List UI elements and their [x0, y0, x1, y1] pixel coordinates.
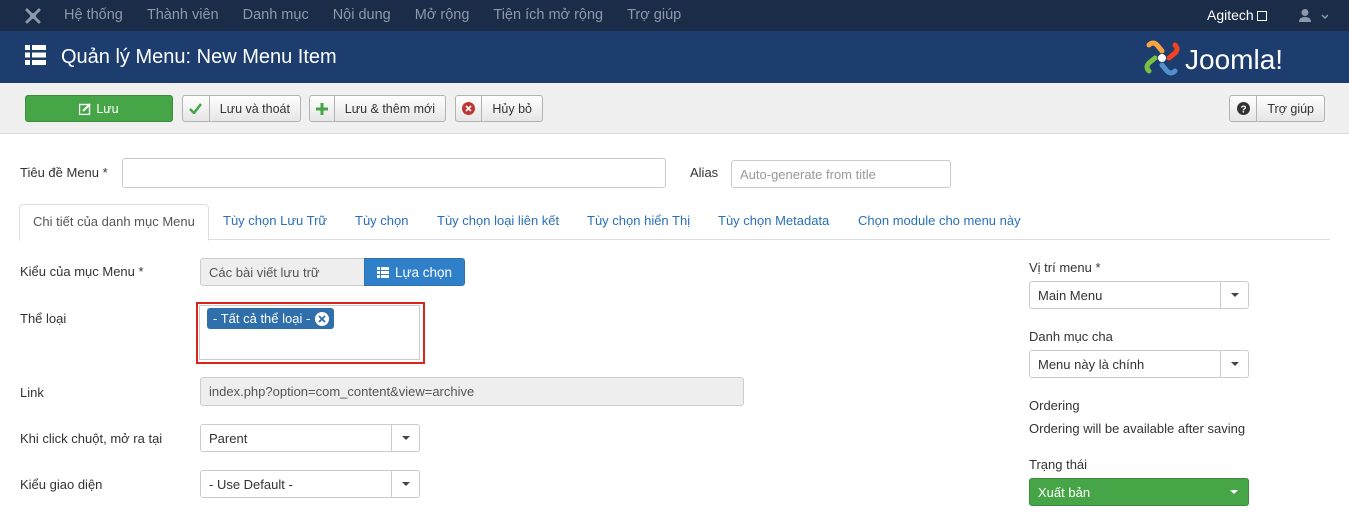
tab-options[interactable]: Tùy chọn: [342, 204, 421, 240]
menu-components[interactable]: Mở rộng: [403, 0, 482, 31]
toolbar: Lưu Lưu và thoát Lưu & thêm mới Hủy bỏ ?…: [0, 83, 1349, 134]
menu-content[interactable]: Nội dung: [321, 0, 403, 31]
tab-details[interactable]: Chi tiết của danh mục Menu: [19, 204, 209, 241]
menu-location-value: Main Menu: [1038, 287, 1103, 303]
parent-label: Danh mục cha: [1029, 329, 1113, 344]
chevron-down-icon: [1220, 479, 1248, 505]
category-tag: - Tất cả thể loại -: [207, 308, 335, 329]
save-new-button[interactable]: Lưu & thêm mới: [309, 95, 446, 122]
top-navbar: Hệ thống Thành viên Danh mục Nội dung Mở…: [0, 0, 1349, 31]
cancel-icon: [456, 96, 483, 121]
tab-module-assignment[interactable]: Chọn module cho menu này: [845, 204, 1034, 240]
joomla-icon[interactable]: [24, 7, 42, 25]
ordering-label: Ordering: [1029, 398, 1080, 413]
category-tag-label: - Tất cả thể loại -: [213, 311, 311, 326]
status-label: Trạng thái: [1029, 457, 1088, 472]
template-select[interactable]: - Use Default -: [200, 470, 420, 498]
title-input[interactable]: [122, 158, 666, 188]
joomla-wordmark: Joomla!: [1185, 44, 1283, 75]
site-link[interactable]: Agitech: [1207, 0, 1267, 31]
tab-display-options[interactable]: Tùy chọn hiển Thị: [574, 204, 703, 240]
status-value: Xuất bản: [1038, 484, 1091, 500]
question-icon: ?: [1230, 96, 1258, 121]
page-header: Quản lý Menu: New Menu Item Joomla!: [0, 31, 1349, 83]
menu-type-field: Các bài viết lưu trữ: [200, 258, 366, 286]
external-link-icon: [1256, 11, 1267, 21]
menu-type-label: Kiểu của mục Menu *: [20, 264, 144, 279]
joomla-logo: Joomla!: [1144, 40, 1283, 76]
menu-system[interactable]: Hệ thống: [52, 0, 135, 31]
save-close-button[interactable]: Lưu và thoát: [182, 95, 301, 122]
main-menu: Hệ thống Thành viên Danh mục Nội dung Mở…: [52, 0, 693, 31]
link-label: Link: [20, 385, 44, 400]
parent-select[interactable]: Menu này là chính: [1029, 350, 1249, 378]
parent-value: Menu này là chính: [1038, 356, 1145, 372]
chevron-down-icon: [1220, 351, 1248, 377]
chevron-down-icon: [1220, 282, 1248, 308]
user-icon[interactable]: [1298, 8, 1328, 24]
tab-link-type-options[interactable]: Tùy chọn loại liên kết: [424, 204, 572, 240]
tab-archive-options[interactable]: Tùy chọn Lưu Trữ: [210, 204, 340, 240]
tab-bar: Chi tiết của danh mục Menu Tùy chọn Lưu …: [19, 204, 1330, 241]
save-button[interactable]: Lưu: [25, 95, 173, 122]
target-label: Khi click chuột, mở ra tại: [20, 431, 163, 446]
svg-text:?: ?: [1240, 105, 1246, 116]
title-label: Tiêu đề Menu *: [20, 165, 108, 180]
choose-button[interactable]: Lựa chọn: [364, 258, 465, 286]
target-select[interactable]: Parent: [200, 424, 420, 452]
category-label: Thể loại: [20, 311, 67, 326]
list-icon: [376, 266, 389, 278]
menu-list-icon: [25, 45, 46, 65]
chevron-down-icon: [391, 425, 419, 451]
site-name: Agitech: [1207, 7, 1254, 23]
alias-input[interactable]: Auto-generate from title: [731, 160, 951, 188]
plus-icon: [310, 96, 335, 121]
save-new-label: Lưu & thêm mới: [344, 101, 435, 116]
target-value: Parent: [209, 430, 248, 446]
help-label: Trợ giúp: [1267, 101, 1314, 116]
help-button[interactable]: ? Trợ giúp: [1229, 95, 1325, 122]
menu-location-select[interactable]: Main Menu: [1029, 281, 1249, 309]
cancel-button[interactable]: Hủy bỏ: [455, 95, 543, 122]
template-value: - Use Default -: [209, 476, 293, 492]
status-select[interactable]: Xuất bản: [1029, 478, 1249, 506]
cancel-label: Hủy bỏ: [492, 101, 532, 116]
template-label: Kiểu giao diện: [20, 477, 103, 492]
link-field: index.php?option=com_content&view=archiv…: [200, 377, 744, 406]
menu-extensions[interactable]: Tiện ích mở rộng: [481, 0, 615, 31]
menu-menus[interactable]: Danh mục: [231, 0, 321, 31]
menu-help[interactable]: Trợ giúp: [615, 0, 693, 31]
save-label: Lưu: [96, 101, 119, 116]
ordering-note: Ordering will be available after saving: [1029, 421, 1246, 436]
choose-label: Lựa chọn: [394, 264, 453, 280]
remove-tag-icon[interactable]: [315, 311, 330, 326]
menu-location-label: Vị trí menu *: [1029, 260, 1101, 275]
menu-users[interactable]: Thành viên: [135, 0, 231, 31]
alias-label: Alias: [690, 165, 719, 180]
page-title: Quản lý Menu: New Menu Item: [61, 46, 337, 68]
check-icon: [183, 96, 210, 121]
chevron-down-icon: [391, 471, 419, 497]
save-close-label: Lưu và thoát: [219, 101, 290, 116]
tab-metadata[interactable]: Tùy chọn Metadata: [705, 204, 842, 240]
edit-icon: [79, 102, 92, 115]
